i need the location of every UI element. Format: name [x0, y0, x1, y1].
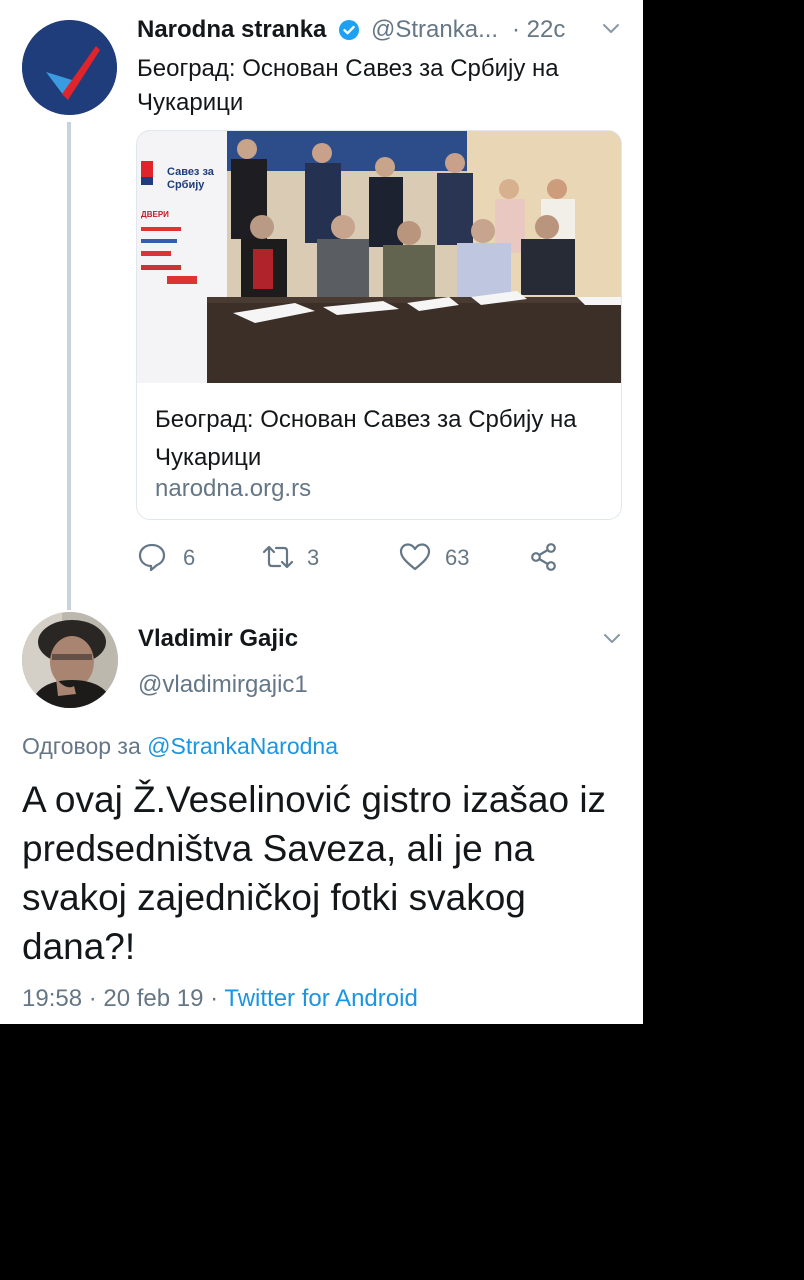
reply-count: 6 — [183, 545, 196, 570]
reply-prefix: Одговор за — [22, 733, 141, 759]
reply-to-handle-link[interactable]: @StrankaNarodna — [147, 733, 338, 759]
reply-chevron-down-icon[interactable] — [602, 632, 622, 646]
tweet-text: Београд: Основан Савез за Србију на Чука… — [137, 55, 559, 116]
tweet-source-link[interactable]: Twitter for Android — [224, 985, 417, 1012]
chevron-down-icon[interactable] — [601, 22, 621, 36]
tweet-time[interactable]: · 22с — [512, 16, 565, 44]
banner-dveri: ДВЕРИ — [141, 210, 169, 219]
author-handle[interactable]: @Stranka... — [371, 16, 498, 44]
card-domain: narodna.org.rs — [155, 475, 312, 502]
banner-line1: Савез за — [167, 166, 215, 178]
like-count: 63 — [445, 545, 470, 570]
reply-button[interactable]: 6 — [137, 538, 207, 578]
link-card[interactable]: Савез за Србију ДВЕРИ Београд: Основан С… — [136, 130, 622, 520]
retweet-count: 3 — [307, 545, 320, 570]
retweet-button[interactable]: 3 — [261, 538, 331, 578]
reply-author-name[interactable]: Vladimir Gajic — [138, 625, 298, 653]
retweet-icon — [262, 545, 294, 569]
card-title: Београд: Основан Савез за Србију на Чука… — [155, 406, 577, 471]
narodna-stranka-avatar[interactable] — [22, 20, 117, 115]
banner-line2: Србију — [167, 179, 205, 191]
heart-icon — [399, 543, 431, 571]
reply-author-handle[interactable]: @vladimirgajic1 — [138, 671, 308, 699]
vladimir-gajic-avatar[interactable] — [22, 612, 118, 708]
like-button[interactable]: 63 — [399, 538, 479, 578]
reply-icon — [138, 543, 166, 572]
tweet-thread: Narodna stranka @Stranka... · 22с Београ… — [0, 0, 643, 1024]
share-button[interactable] — [529, 538, 563, 578]
reply-context: Одговор за @StrankaNarodna — [22, 733, 338, 760]
verified-badge-icon — [339, 20, 359, 40]
thread-line — [67, 122, 71, 610]
tweet-actions: 6 3 63 — [137, 538, 607, 578]
share-icon — [531, 543, 556, 571]
reply-tweet-meta: 19:58 · 20 feb 19 · Twitter for Android — [22, 985, 418, 1013]
reply-tweet-text: A ovaj Ž.Veselinović gistro izašao iz pr… — [22, 779, 607, 967]
tweet-header: Narodna stranka @Stranka... · 22с — [137, 16, 627, 48]
card-image: Савез за Србију ДВЕРИ — [137, 131, 621, 383]
author-name[interactable]: Narodna stranka — [137, 16, 326, 44]
reply-timestamp[interactable]: 19:58 · 20 feb 19 · — [22, 985, 224, 1012]
